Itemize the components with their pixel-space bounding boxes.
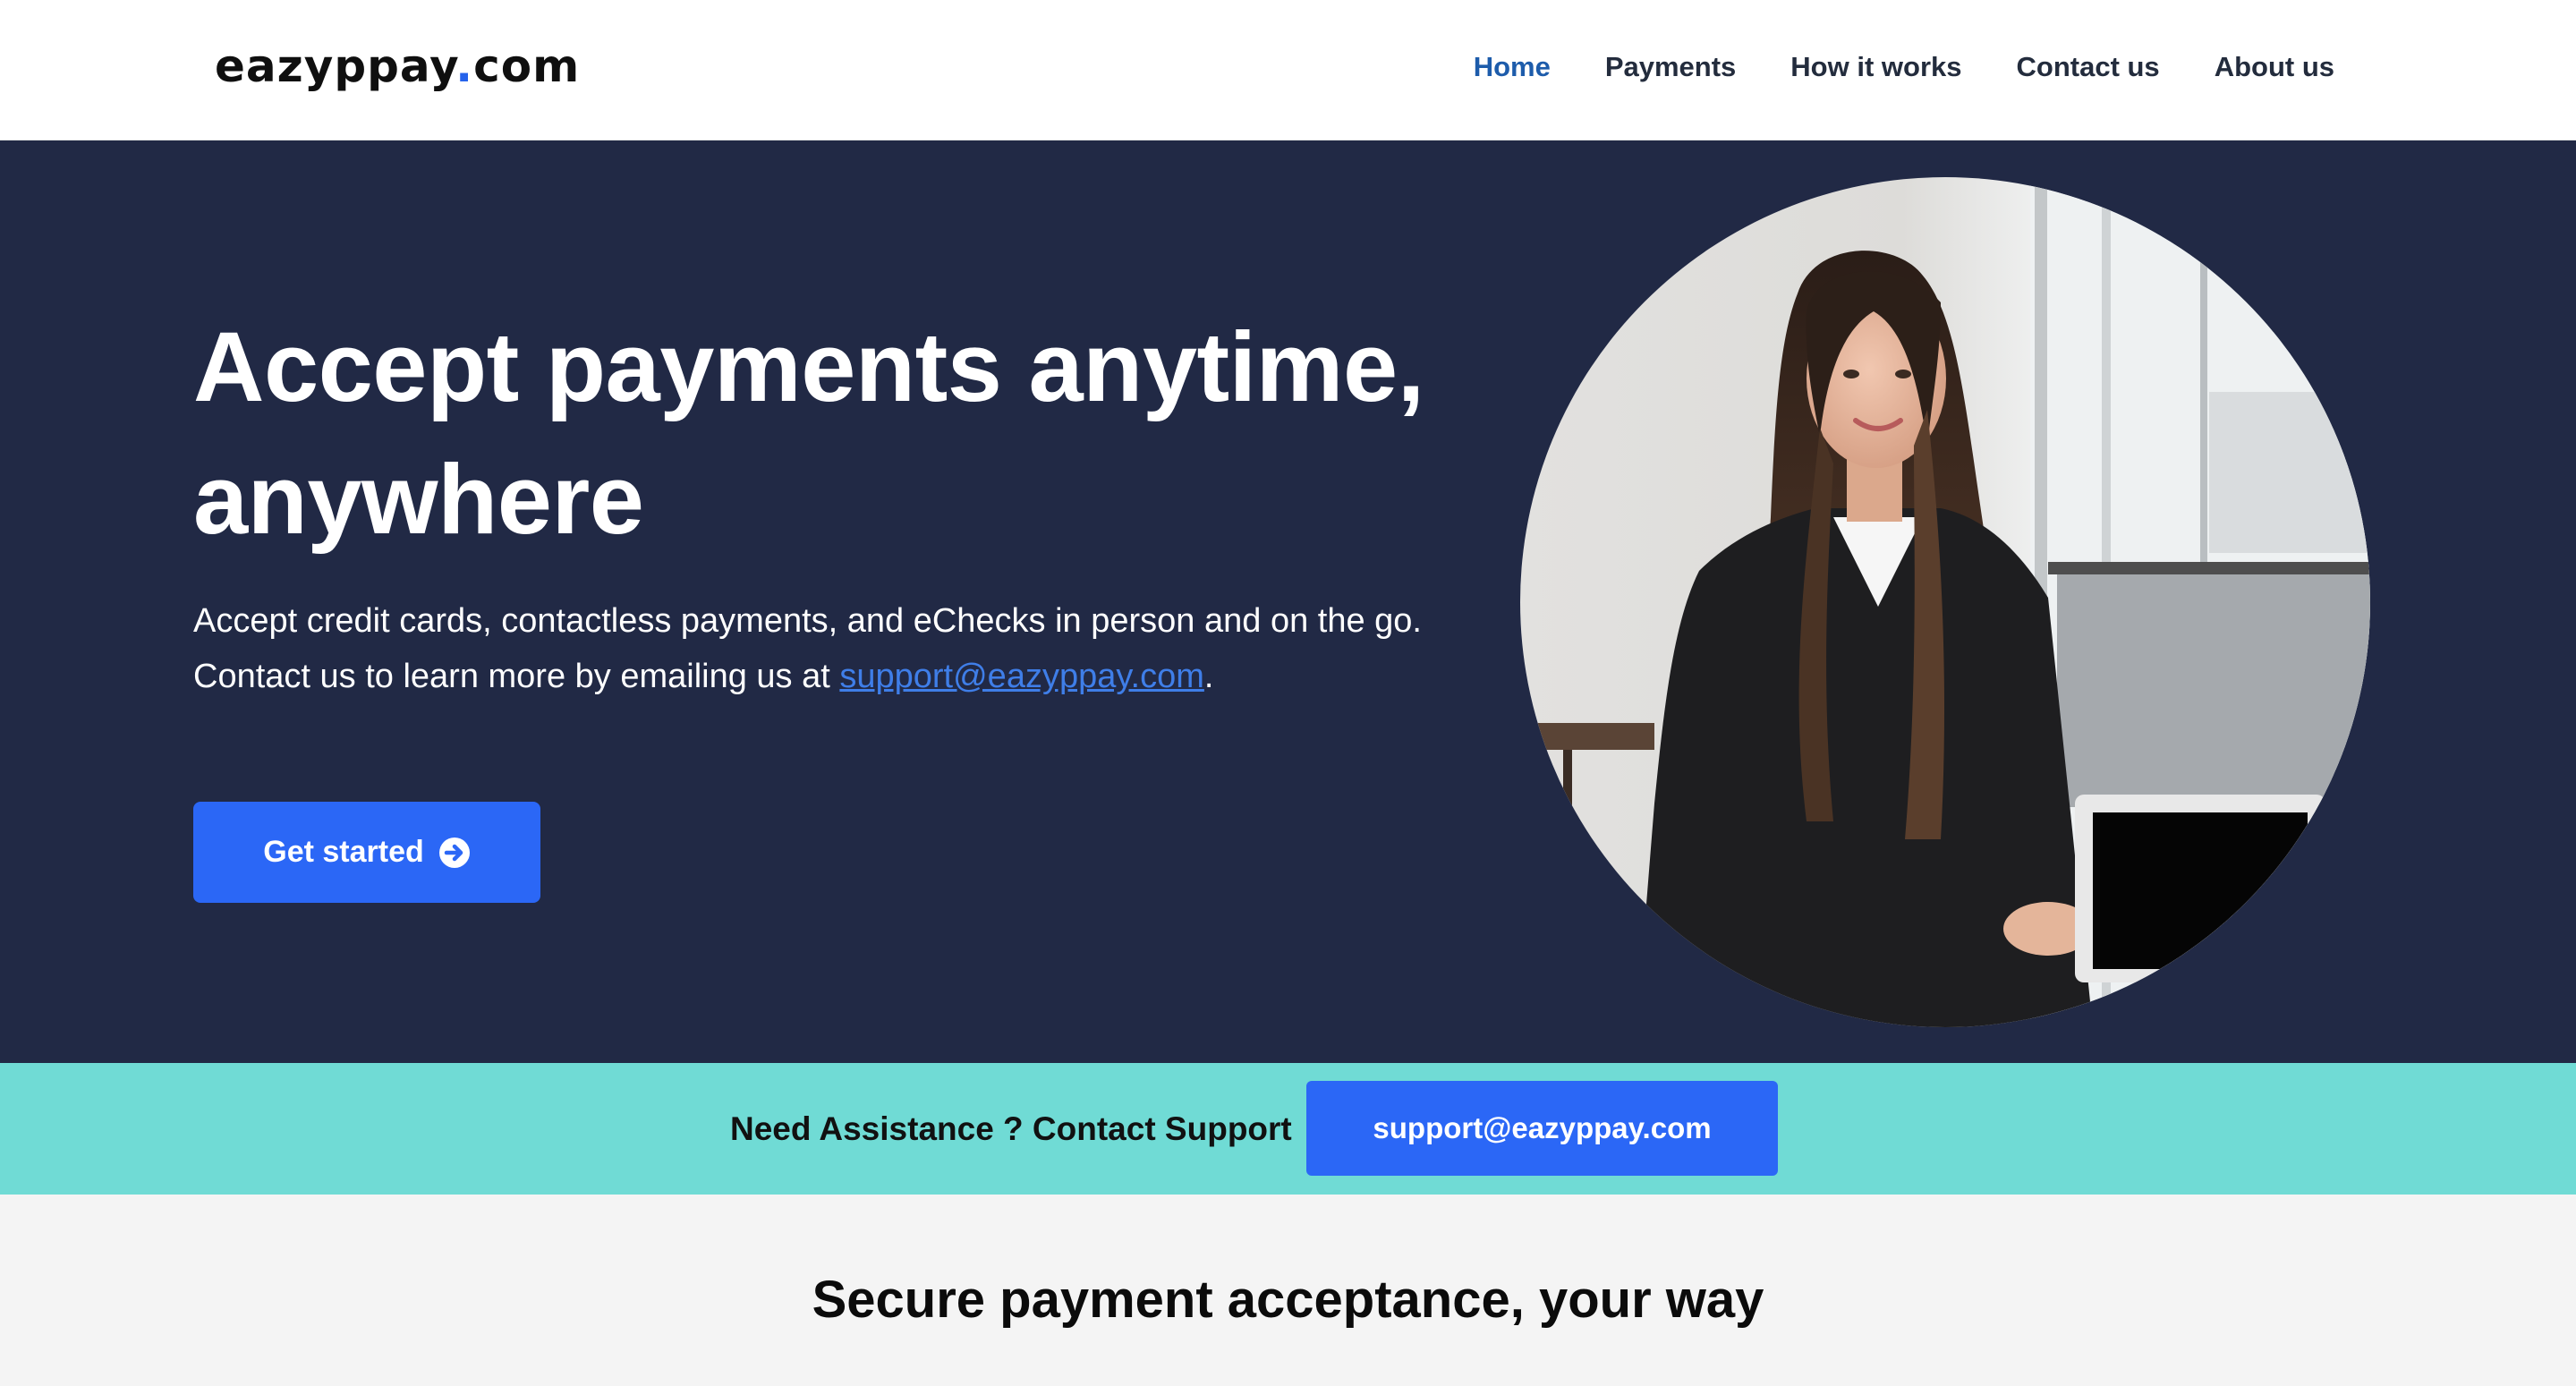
logo-dot: .	[455, 40, 474, 92]
hero-description-end: .	[1203, 658, 1214, 695]
arrow-circle-right-icon	[438, 837, 471, 869]
logo-suffix: com	[473, 40, 581, 92]
support-label: Need Assistance ? Contact Support	[730, 1110, 1292, 1147]
hero-description-text: Accept credit cards, contactless payment…	[193, 602, 1422, 695]
nav-about-us[interactable]: About us	[2215, 51, 2334, 83]
get-started-label: Get started	[263, 835, 424, 869]
site-header: eazyppay.com Home Payments How it works …	[0, 0, 2576, 140]
section-title: Secure payment acceptance, your way	[812, 1271, 1764, 1329]
main-nav: Home Payments How it works Contact us Ab…	[1474, 36, 2334, 98]
support-email-link[interactable]: support@eazyppay.com	[839, 658, 1204, 695]
woman-at-laptop-photo	[1520, 177, 2370, 1027]
hero-title: Accept payments anytime, anywhere	[193, 312, 1424, 555]
site-logo[interactable]: eazyppay.com	[215, 30, 580, 102]
support-strip: Need Assistance ? Contact Support suppor…	[0, 1063, 2576, 1195]
hero-section: Accept payments anytime, anywhere Accept…	[0, 140, 2576, 1063]
get-started-button[interactable]: Get started	[193, 802, 540, 903]
nav-contact-us[interactable]: Contact us	[2017, 51, 2160, 83]
nav-home[interactable]: Home	[1474, 51, 1551, 83]
nav-how-it-works[interactable]: How it works	[1790, 51, 1961, 83]
logo-prefix: eazyppay	[215, 40, 456, 92]
support-email-button[interactable]: support@eazyppay.com	[1306, 1081, 1778, 1176]
hero-description: Accept credit cards, contactless payment…	[193, 593, 1535, 704]
nav-payments[interactable]: Payments	[1605, 51, 1736, 83]
